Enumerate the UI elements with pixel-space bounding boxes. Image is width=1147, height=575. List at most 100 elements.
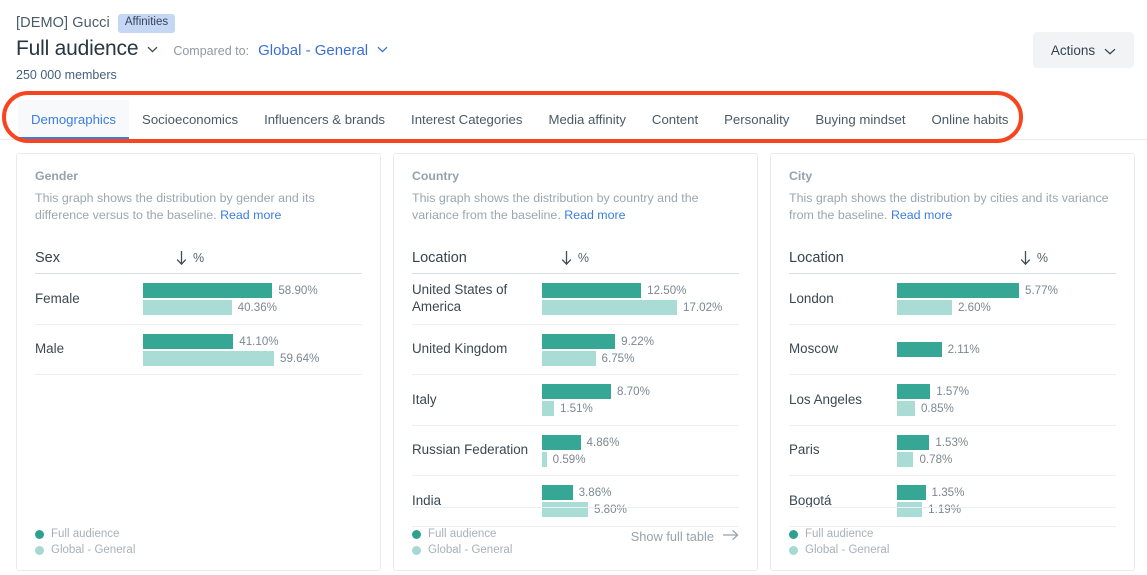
- table-row[interactable]: Russian Federation4.86%0.59%: [412, 426, 739, 477]
- tab-online-habits[interactable]: Online habits: [919, 100, 1022, 139]
- bar-value-full-audience: 41.10%: [239, 335, 278, 348]
- row-label: Moscow: [789, 341, 897, 358]
- bar-value-global-general: 17.02%: [683, 301, 722, 314]
- bar-row-baseline: 59.64%: [143, 351, 362, 366]
- bar-group: 4.86%0.59%: [542, 435, 739, 467]
- bar-row-primary: 58.90%: [143, 283, 362, 298]
- sort-descending-arrow-icon: [1019, 250, 1032, 266]
- tab-demographics[interactable]: Demographics: [18, 100, 129, 139]
- legend-dot-icon: [412, 530, 421, 539]
- row-label: Italy: [412, 392, 542, 409]
- table-header: Sex%: [35, 243, 362, 274]
- legend-dot-icon: [35, 530, 44, 539]
- card-city: CityThis graph shows the distribution by…: [770, 153, 1135, 571]
- legend-dot-icon: [412, 546, 421, 555]
- table-row[interactable]: Moscow 2.11%: [789, 325, 1116, 376]
- bar-value-full-audience: 9.22%: [621, 335, 654, 348]
- show-full-table-link[interactable]: Show full table: [631, 529, 739, 544]
- arrow-right-icon: [722, 529, 739, 544]
- chevron-down-icon[interactable]: [147, 46, 158, 53]
- tab-interest-categories[interactable]: Interest Categories: [398, 100, 535, 139]
- legend-label: Global - General: [51, 544, 135, 556]
- brand-name: [DEMO] Gucci: [16, 15, 110, 31]
- bar-group: 8.70% 1.51%: [542, 384, 739, 416]
- legend-item-baseline: Global - General: [35, 544, 135, 556]
- card-title: Country: [412, 169, 739, 183]
- legend-label: Global - General: [805, 544, 889, 556]
- bar-row-baseline: 1.51%: [542, 401, 739, 416]
- bar-row-baseline: 17.02%: [542, 300, 739, 315]
- table-row[interactable]: Los Angeles1.57%0.85%: [789, 375, 1116, 426]
- divider: [412, 507, 739, 508]
- bar-global-general: [542, 401, 554, 416]
- tab-socioeconomics[interactable]: Socioeconomics: [129, 100, 251, 139]
- tab-content[interactable]: Content: [639, 100, 711, 139]
- bar-row-baseline: 5.80%: [542, 502, 739, 517]
- legend-dot-icon: [789, 546, 798, 555]
- bar-row-primary: 5.77%: [897, 283, 1116, 298]
- bar-global-general: [143, 351, 274, 366]
- bar-group: 41.10% 59.64%: [143, 334, 362, 366]
- read-more-link[interactable]: Read more: [220, 208, 281, 222]
- bar-row-primary: 41.10%: [143, 334, 362, 349]
- bar-row-primary: 8.70%: [542, 384, 739, 399]
- card-country: CountryThis graph shows the distribution…: [393, 153, 758, 571]
- actions-button[interactable]: Actions: [1033, 32, 1134, 68]
- member-count: 250 000 members: [16, 68, 117, 82]
- legend-dot-icon: [35, 546, 44, 555]
- table-row[interactable]: London5.77%2.60%: [789, 274, 1116, 325]
- read-more-link[interactable]: Read more: [564, 208, 625, 222]
- bar-row-primary: 1.35%: [897, 485, 1116, 500]
- tab-label: Buying mindset: [815, 112, 905, 127]
- tab-media-affinity[interactable]: Media affinity: [535, 100, 638, 139]
- table-row[interactable]: Bogotá1.35%1.19%: [789, 476, 1116, 527]
- table-header: Location%: [412, 243, 739, 274]
- bar-group: 9.22%6.75%: [542, 334, 739, 366]
- tab-label: Socioeconomics: [142, 112, 238, 127]
- table-row[interactable]: Male41.10%59.64%: [35, 325, 362, 376]
- legend-label: Global - General: [428, 544, 512, 556]
- table-row[interactable]: United Kingdom9.22%6.75%: [412, 325, 739, 376]
- bar-value-full-audience: 3.86%: [579, 486, 612, 499]
- table-row[interactable]: Paris1.53%0.78%: [789, 426, 1116, 477]
- compared-to-value[interactable]: Global - General: [258, 42, 368, 59]
- bar-full-audience: [897, 283, 1019, 298]
- table-row[interactable]: Female58.90%40.36%: [35, 274, 362, 325]
- card-description: This graph shows the distribution by gen…: [35, 190, 362, 223]
- bar-global-general: [542, 502, 588, 517]
- table-row[interactable]: United States of America12.50%17.02%: [412, 274, 739, 325]
- tab-label: Influencers & brands: [264, 112, 385, 127]
- bar-value-global-general: 1.19%: [928, 503, 961, 516]
- card-description: This graph shows the distribution by cit…: [789, 190, 1116, 223]
- sort-control[interactable]: %: [1019, 250, 1048, 266]
- legend-item-primary: Full audience: [412, 528, 512, 540]
- bar-global-general: [897, 401, 915, 416]
- sort-control[interactable]: %: [175, 250, 204, 266]
- tab-personality[interactable]: Personality: [711, 100, 802, 139]
- row-label: United Kingdom: [412, 341, 542, 358]
- legend-label: Full audience: [805, 528, 873, 540]
- legend-dot-icon: [789, 530, 798, 539]
- chevron-down-icon-comparison[interactable]: [377, 46, 388, 53]
- bar-global-general: [542, 300, 677, 315]
- row-label: Los Angeles: [789, 392, 897, 409]
- bar-row-primary: 2.11%: [897, 342, 1116, 357]
- tab-label: Content: [652, 112, 698, 127]
- bar-full-audience: [143, 283, 272, 298]
- title-row: Full audience Compared to: Global - Gene…: [16, 37, 388, 61]
- show-full-table-label: Show full table: [631, 529, 714, 544]
- sort-control[interactable]: %: [560, 250, 589, 266]
- legend-item-baseline: Global - General: [412, 544, 512, 556]
- bar-row-primary: 3.86%: [542, 485, 739, 500]
- column-header-label: Sex: [35, 250, 60, 266]
- table-row[interactable]: Italy8.70% 1.51%: [412, 375, 739, 426]
- read-more-link[interactable]: Read more: [891, 208, 952, 222]
- tab-buying-mindset[interactable]: Buying mindset: [802, 100, 918, 139]
- tab-label: Online habits: [932, 112, 1009, 127]
- bar-value-full-audience: 2.11%: [948, 343, 980, 356]
- table-row[interactable]: India3.86%5.80%: [412, 476, 739, 527]
- tab-influencers-brands[interactable]: Influencers & brands: [251, 100, 398, 139]
- chevron-down-icon-actions: [1104, 43, 1116, 58]
- audience-insights-page: [DEMO] Gucci Affinities Full audience Co…: [0, 0, 1147, 575]
- percent-symbol: %: [1037, 251, 1048, 265]
